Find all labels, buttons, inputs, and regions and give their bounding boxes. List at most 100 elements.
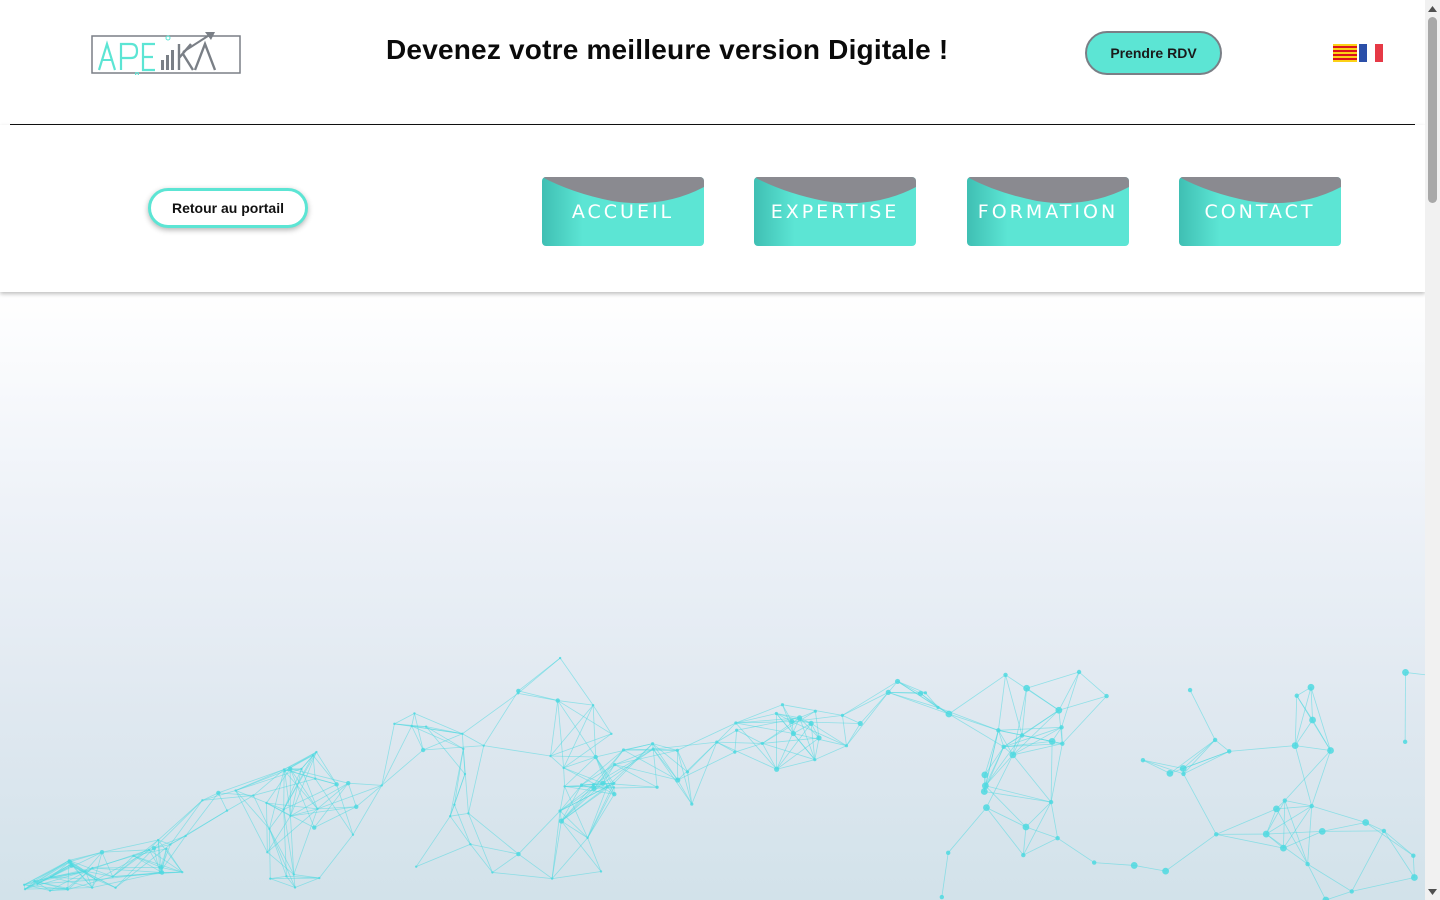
- scrollbar-thumb[interactable]: [1428, 17, 1437, 203]
- network-node: [655, 785, 659, 789]
- network-line: [1295, 745, 1331, 751]
- network-node: [158, 865, 164, 870]
- network-node: [981, 771, 989, 779]
- network-node: [1059, 725, 1064, 730]
- network-node: [600, 780, 606, 786]
- network-node: [23, 883, 26, 886]
- network-line: [1294, 719, 1313, 746]
- network-line: [653, 741, 717, 750]
- network-node: [300, 767, 303, 771]
- apeika-logo[interactable]: [91, 30, 241, 75]
- network-line: [1078, 671, 1107, 697]
- network-line: [1351, 830, 1385, 892]
- catalan-flag-icon[interactable]: [1333, 44, 1357, 62]
- network-node: [292, 873, 295, 876]
- network-node: [1411, 853, 1416, 858]
- network-node: [563, 785, 566, 788]
- back-to-portal-button[interactable]: Retour au portail: [148, 188, 308, 228]
- network-node: [268, 827, 271, 831]
- network-line: [283, 754, 314, 770]
- network-node: [1060, 741, 1065, 746]
- page-tagline: Devenez votre meilleure version Digitale…: [386, 34, 949, 65]
- network-line: [267, 851, 295, 875]
- network-node: [1001, 744, 1006, 750]
- french-flag-icon[interactable]: [1359, 44, 1383, 62]
- network-node: [808, 720, 814, 727]
- network-line: [50, 889, 68, 891]
- network-node: [1322, 896, 1330, 900]
- vertical-scrollbar[interactable]: [1425, 0, 1440, 900]
- network-node: [1179, 765, 1187, 772]
- network-node: [1402, 669, 1409, 676]
- network-node: [84, 869, 87, 873]
- network-node: [996, 728, 1001, 733]
- network-node: [917, 690, 924, 697]
- network-line: [394, 713, 415, 725]
- network-node: [91, 866, 94, 870]
- network-line: [1214, 739, 1230, 752]
- nav-expertise[interactable]: EXPERTISE: [754, 177, 916, 246]
- network-line: [1025, 801, 1052, 828]
- network-node: [1104, 693, 1109, 699]
- network-node: [591, 785, 597, 791]
- network-node: [289, 814, 292, 818]
- network-line: [691, 741, 718, 805]
- network-line: [1229, 745, 1296, 752]
- network-line: [1284, 750, 1331, 801]
- network-line: [1296, 695, 1313, 721]
- scroll-up-arrow-icon[interactable]: [1425, 0, 1440, 17]
- scroll-down-arrow-icon[interactable]: [1425, 883, 1440, 900]
- network-node: [1009, 751, 1017, 759]
- network-node: [156, 838, 160, 842]
- nav-accueil[interactable]: ACCUEIL: [542, 177, 704, 246]
- network-node: [857, 720, 863, 727]
- network-line: [1058, 695, 1107, 711]
- nav-formation-label: FORMATION: [977, 201, 1119, 223]
- network-line: [1284, 800, 1312, 807]
- network-node: [354, 804, 359, 809]
- network-line: [170, 800, 203, 845]
- network-node: [1181, 771, 1186, 777]
- network-line: [462, 693, 519, 735]
- network-node: [558, 656, 562, 660]
- network-node: [201, 799, 204, 802]
- network-node: [1291, 742, 1299, 749]
- network-node: [1076, 669, 1082, 675]
- network-node: [1227, 749, 1232, 754]
- network-node: [1022, 823, 1030, 831]
- network-node: [282, 808, 285, 811]
- network-node: [184, 834, 187, 838]
- network-line: [814, 745, 847, 761]
- book-appointment-button[interactable]: Prendre RDV: [1085, 31, 1222, 75]
- network-line: [1283, 800, 1286, 849]
- network-node: [334, 782, 339, 787]
- network-line: [1266, 833, 1308, 865]
- network-line: [314, 778, 354, 835]
- network-node: [844, 744, 849, 748]
- network-line: [492, 853, 519, 873]
- network-node: [482, 744, 485, 747]
- nav-contact[interactable]: CONTACT: [1179, 177, 1341, 246]
- network-node: [1402, 739, 1408, 745]
- network-node: [467, 812, 470, 815]
- network-line: [559, 786, 566, 812]
- network-node: [790, 730, 797, 737]
- network-node: [591, 703, 595, 707]
- network-node: [516, 692, 520, 695]
- nav-formation[interactable]: FORMATION: [967, 177, 1129, 246]
- network-line: [1050, 802, 1059, 839]
- network-node: [169, 843, 172, 846]
- network-line: [348, 782, 382, 786]
- network-line: [762, 737, 820, 744]
- network-node: [816, 735, 822, 741]
- network-node: [1262, 830, 1270, 838]
- network-line: [559, 784, 582, 812]
- network-line: [602, 748, 654, 784]
- network-node: [840, 713, 845, 717]
- network-node: [734, 721, 738, 725]
- network-line: [592, 704, 612, 735]
- network-line: [352, 785, 383, 835]
- network-node: [1410, 874, 1418, 881]
- network-node: [410, 724, 413, 728]
- network-node: [945, 850, 951, 856]
